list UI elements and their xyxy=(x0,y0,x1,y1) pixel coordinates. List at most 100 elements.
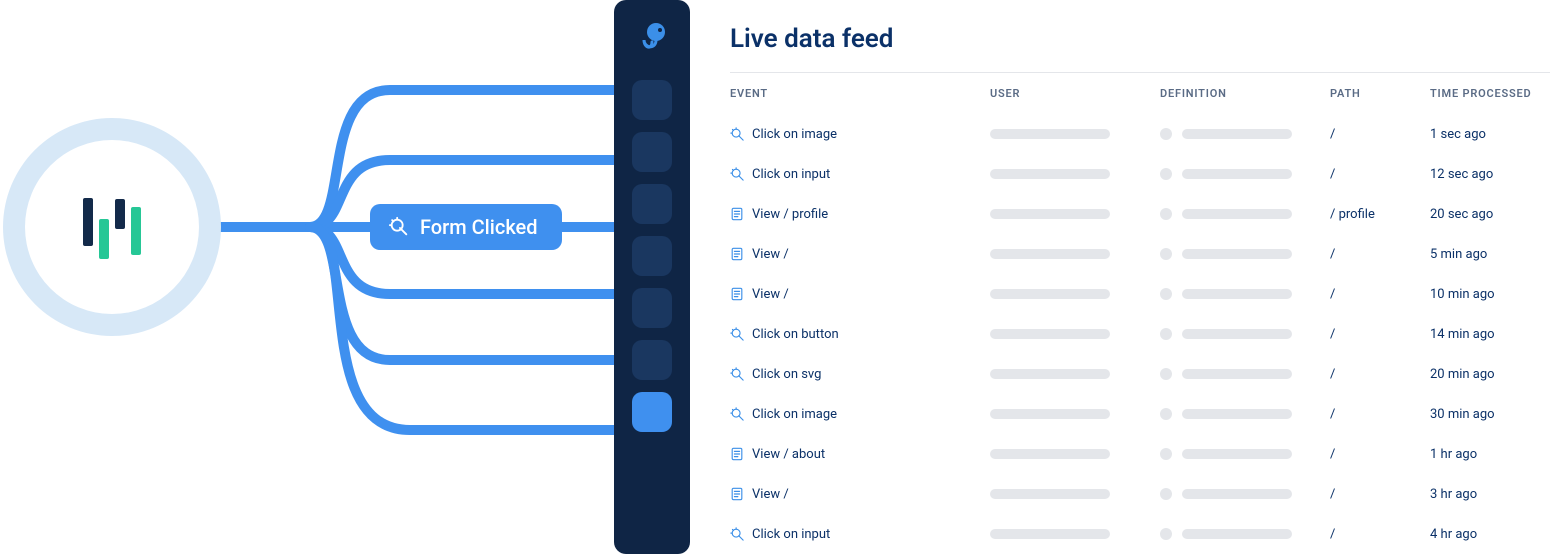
definition-placeholder xyxy=(1182,249,1292,259)
nav-item-6[interactable] xyxy=(632,340,672,380)
table-row[interactable]: Click on image/30 min ago xyxy=(730,394,1550,434)
cursor-click-icon xyxy=(388,216,410,238)
path-cell: / xyxy=(1330,527,1430,542)
page-view-icon xyxy=(730,487,744,501)
event-name: Click on input xyxy=(752,527,830,542)
user-placeholder xyxy=(990,289,1110,299)
event-pill: Form Clicked xyxy=(370,204,562,250)
user-placeholder xyxy=(990,129,1110,139)
definition-placeholder xyxy=(1182,369,1292,379)
nav-item-7-active[interactable] xyxy=(632,392,672,432)
feed-header-row: EVENT USER DEFINITION PATH TIME PROCESSE… xyxy=(730,87,1550,100)
definition-cell xyxy=(1160,448,1330,460)
definition-dot xyxy=(1160,328,1172,340)
user-placeholder xyxy=(990,249,1110,259)
definition-cell xyxy=(1160,528,1330,540)
definition-placeholder xyxy=(1182,329,1292,339)
event-cell: View / about xyxy=(730,447,990,462)
time-cell: 10 min ago xyxy=(1430,287,1560,302)
table-row[interactable]: Click on input/4 hr ago xyxy=(730,514,1550,554)
divider xyxy=(730,72,1550,73)
user-placeholder xyxy=(990,209,1110,219)
user-placeholder xyxy=(990,369,1110,379)
time-cell: 30 min ago xyxy=(1430,407,1560,422)
table-row[interactable]: Click on input/12 sec ago xyxy=(730,154,1550,194)
col-header-time: TIME PROCESSED xyxy=(1430,87,1560,100)
cursor-click-icon xyxy=(730,527,744,541)
event-cell: Click on image xyxy=(730,407,990,422)
definition-placeholder xyxy=(1182,289,1292,299)
user-cell xyxy=(990,489,1160,499)
nav-item-1[interactable] xyxy=(632,80,672,120)
page-view-icon xyxy=(730,207,744,221)
definition-dot xyxy=(1160,368,1172,380)
path-cell: / xyxy=(1330,327,1430,342)
event-cell: Click on input xyxy=(730,167,990,182)
event-cell: View / xyxy=(730,487,990,502)
event-cell: Click on image xyxy=(730,127,990,142)
col-header-definition: DEFINITION xyxy=(1160,87,1330,100)
page-view-icon xyxy=(730,447,744,461)
table-row[interactable]: View / about/1 hr ago xyxy=(730,434,1550,474)
table-row[interactable]: View //3 hr ago xyxy=(730,474,1550,514)
nav-item-5[interactable] xyxy=(632,288,672,328)
table-row[interactable]: View //5 min ago xyxy=(730,234,1550,274)
definition-dot xyxy=(1160,168,1172,180)
col-header-event: EVENT xyxy=(730,87,990,100)
definition-cell xyxy=(1160,488,1330,500)
event-name: View / about xyxy=(752,447,825,462)
time-cell: 12 sec ago xyxy=(1430,167,1560,182)
definition-cell xyxy=(1160,128,1330,140)
event-name: Click on image xyxy=(752,127,837,142)
definition-cell xyxy=(1160,208,1330,220)
time-cell: 1 sec ago xyxy=(1430,127,1560,142)
table-row[interactable]: View //10 min ago xyxy=(730,274,1550,314)
event-cell: View / profile xyxy=(730,207,990,222)
time-cell: 3 hr ago xyxy=(1430,487,1560,502)
user-cell xyxy=(990,369,1160,379)
path-cell: / xyxy=(1330,367,1430,382)
definition-dot xyxy=(1160,408,1172,420)
table-row[interactable]: Click on image/1 sec ago xyxy=(730,114,1550,154)
col-header-user: USER xyxy=(990,87,1160,100)
cursor-click-icon xyxy=(730,127,744,141)
table-row[interactable]: Click on svg/20 min ago xyxy=(730,354,1550,394)
table-row[interactable]: View / profile/ profile20 sec ago xyxy=(730,194,1550,234)
nav-item-4[interactable] xyxy=(632,236,672,276)
user-placeholder xyxy=(990,529,1110,539)
definition-dot xyxy=(1160,528,1172,540)
nav-item-3[interactable] xyxy=(632,184,672,224)
user-placeholder xyxy=(990,329,1110,339)
definition-dot xyxy=(1160,248,1172,260)
path-cell: / xyxy=(1330,407,1430,422)
user-cell xyxy=(990,409,1160,419)
time-cell: 20 min ago xyxy=(1430,367,1560,382)
path-cell: / xyxy=(1330,167,1430,182)
definition-dot xyxy=(1160,288,1172,300)
definition-dot xyxy=(1160,128,1172,140)
event-name: View / xyxy=(752,247,789,262)
event-cell: Click on svg xyxy=(730,367,990,382)
app-logo-icon xyxy=(634,20,670,56)
user-placeholder xyxy=(990,489,1110,499)
path-cell: / xyxy=(1330,447,1430,462)
definition-cell xyxy=(1160,288,1330,300)
definition-cell xyxy=(1160,168,1330,180)
user-cell xyxy=(990,449,1160,459)
user-cell xyxy=(990,529,1160,539)
user-cell xyxy=(990,169,1160,179)
event-name: View / xyxy=(752,487,789,502)
definition-cell xyxy=(1160,248,1330,260)
user-placeholder xyxy=(990,169,1110,179)
user-placeholder xyxy=(990,449,1110,459)
definition-dot xyxy=(1160,208,1172,220)
event-name: View / xyxy=(752,287,789,302)
definition-placeholder xyxy=(1182,409,1292,419)
definition-placeholder xyxy=(1182,529,1292,539)
event-name: Click on svg xyxy=(752,367,821,382)
nav-item-2[interactable] xyxy=(632,132,672,172)
time-cell: 4 hr ago xyxy=(1430,527,1560,542)
page-view-icon xyxy=(730,247,744,261)
table-row[interactable]: Click on button/14 min ago xyxy=(730,314,1550,354)
definition-placeholder xyxy=(1182,489,1292,499)
